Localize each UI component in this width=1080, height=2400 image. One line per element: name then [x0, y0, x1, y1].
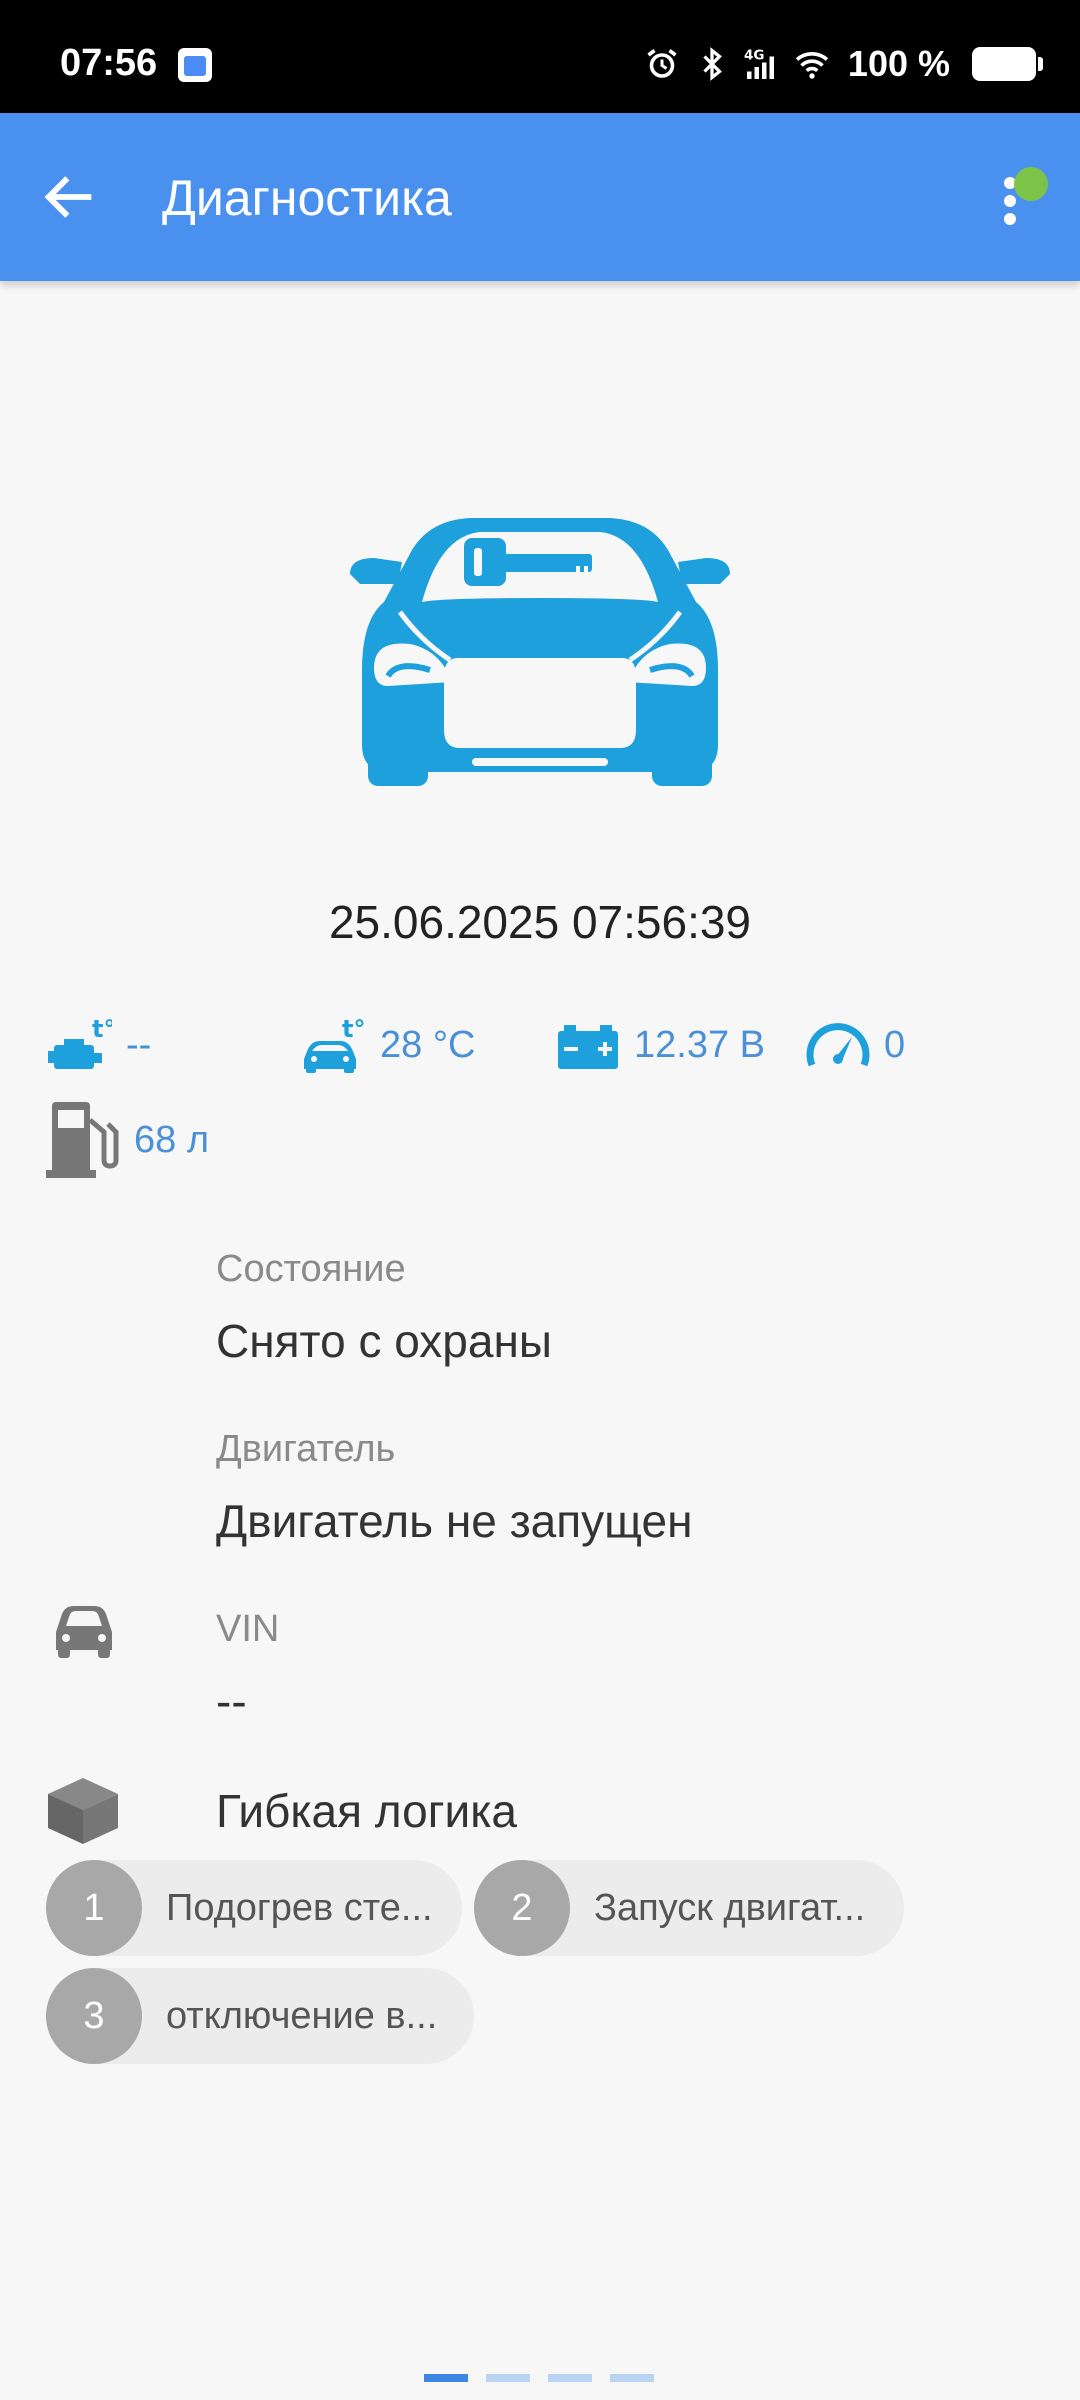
status-time: 07:56	[60, 42, 158, 84]
battery-icon	[972, 47, 1043, 81]
logic-chip-3[interactable]: 3 отключение в...	[46, 1968, 474, 2064]
page-dot-2[interactable]	[486, 2374, 530, 2382]
chip-number: 1	[46, 1860, 142, 1956]
svg-text:4G: 4G	[744, 48, 764, 64]
arrow-left-icon	[44, 176, 92, 218]
sensor-fuel: 68 л	[46, 1100, 209, 1180]
svg-text:t°: t°	[92, 1015, 112, 1043]
battery-voltage-icon	[558, 1025, 618, 1069]
sensor-battery-voltage: 12.37 В	[556, 1015, 765, 1075]
status-bar: 07:56 4G 100 %	[0, 0, 1080, 113]
app-bar: Диагностика	[0, 113, 1080, 281]
chip-label: Подогрев сте...	[166, 1886, 433, 1929]
speed-value: 0	[884, 1023, 906, 1066]
cabin-temp-icon: t°	[304, 1015, 365, 1073]
page-dot-1[interactable]	[424, 2374, 468, 2382]
back-button[interactable]	[30, 157, 110, 237]
vin-label: VIN	[216, 1608, 280, 1650]
chip-number: 3	[46, 1968, 142, 2064]
logic-chip-1[interactable]: 1 Подогрев сте...	[46, 1860, 462, 1956]
vin-car-icon	[56, 1606, 112, 1658]
more-menu-button[interactable]	[970, 157, 1050, 237]
battery-voltage-value: 12.37 В	[634, 1023, 765, 1066]
car-key-icon	[350, 518, 730, 786]
sensor-cabin-temp: t° 28 °C	[300, 1015, 475, 1075]
engine-temp-value: --	[126, 1023, 152, 1066]
page-dot-3[interactable]	[548, 2374, 592, 2382]
svg-text:t°: t°	[342, 1015, 365, 1043]
engine-temp-icon: t°	[48, 1015, 112, 1069]
4g-signal-icon: 4G	[744, 48, 774, 79]
page-dot-4[interactable]	[610, 2374, 654, 2382]
cube-icon	[48, 1778, 118, 1844]
sensor-engine-temp: t° --	[46, 1015, 151, 1075]
state-label: Состояние	[216, 1248, 406, 1290]
logic-chip-2[interactable]: 2 Запуск двигат...	[474, 1860, 904, 1956]
diagnostics-datetime: 25.06.2025 07:56:39	[328, 896, 752, 948]
battery-percent: 100 %	[847, 43, 950, 84]
page-title: Диагностика	[162, 170, 452, 226]
cabin-temp-value: 28 °C	[380, 1023, 476, 1066]
chip-number: 2	[474, 1860, 570, 1956]
vin-value: --	[216, 1675, 247, 1727]
engine-label: Двигатель	[216, 1428, 396, 1470]
chip-label: Запуск двигат...	[594, 1886, 866, 1929]
online-status-dot	[1014, 167, 1048, 201]
fuel-value: 68 л	[134, 1118, 209, 1161]
calendar-icon	[178, 48, 212, 82]
wifi-icon	[795, 52, 829, 79]
sensor-speed: 0	[806, 1015, 905, 1075]
status-icons: 4G 100 %	[644, 43, 1043, 84]
state-value: Снято с охраны	[216, 1315, 552, 1367]
flex-logic-title: Гибкая логика	[216, 1785, 517, 1837]
chip-label: отключение в...	[166, 1994, 438, 2037]
page-indicator	[424, 2374, 654, 2382]
speedometer-icon	[806, 1023, 870, 1067]
engine-value: Двигатель не запущен	[216, 1495, 693, 1547]
alarm-icon	[647, 49, 677, 78]
bluetooth-icon	[703, 47, 722, 81]
fuel-icon	[46, 1102, 119, 1178]
